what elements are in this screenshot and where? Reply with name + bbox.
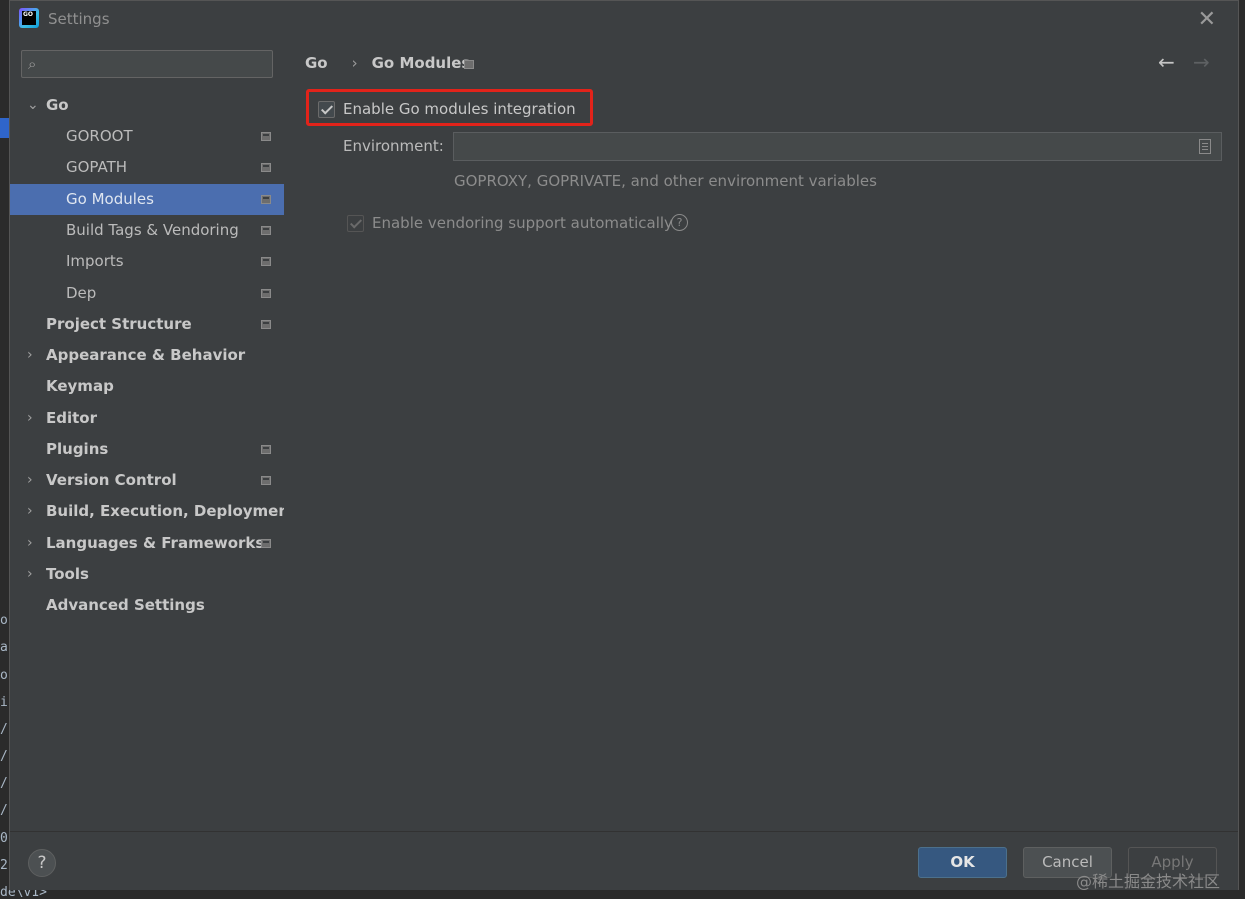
dialog-footer: ? OK Cancel Apply [10, 831, 1238, 890]
forward-arrow-icon[interactable]: → [1193, 50, 1210, 74]
enable-go-modules-checkbox[interactable] [318, 101, 335, 118]
environment-input[interactable] [460, 137, 1184, 158]
sidebar-item-tools[interactable]: › Tools [10, 559, 284, 590]
sidebar-item-label: GOROOT [66, 127, 133, 145]
sidebar-item-label: Go Modules [66, 190, 154, 208]
help-button[interactable]: ? [28, 849, 56, 877]
window-title: Settings [48, 10, 110, 28]
project-settings-icon [261, 226, 271, 235]
enable-vendoring-checkbox[interactable] [347, 215, 364, 232]
sidebar-item-plugins[interactable]: Plugins [10, 434, 284, 465]
watermark: @稀土掘金技术社区 [1076, 872, 1221, 891]
sidebar-item-label: Editor [46, 409, 97, 427]
back-arrow-icon[interactable]: ← [1158, 50, 1175, 74]
project-settings-icon [261, 257, 271, 266]
sidebar-item-keymap[interactable]: Keymap [10, 371, 284, 402]
sidebar-item-label: Appearance & Behavior [46, 346, 246, 364]
settings-sidebar: ⌕ ⌄ Go GOROOT GOPATH Go Modules Build Ta… [10, 37, 296, 831]
sidebar-item-label: Build Tags & Vendoring [66, 221, 239, 239]
sidebar-item-label: Version Control [46, 471, 177, 489]
project-settings-icon [261, 476, 271, 485]
chevron-right-icon[interactable]: › [27, 340, 33, 371]
chevron-right-icon[interactable]: › [27, 559, 33, 590]
search-icon: ⌕ [28, 55, 37, 73]
expand-editor-icon[interactable] [1199, 139, 1211, 154]
sidebar-item-imports[interactable]: Imports [10, 246, 284, 277]
search-input[interactable] [50, 54, 268, 76]
search-field[interactable]: ⌕ [21, 50, 273, 78]
breadcrumb-current: Go Modules [371, 54, 471, 72]
sidebar-item-label: Go [46, 96, 69, 114]
sidebar-item-label: Keymap [46, 377, 114, 395]
enable-vendoring-label: Enable vendoring support automatically [372, 214, 673, 232]
chevron-right-icon[interactable]: › [27, 465, 33, 496]
chevron-right-icon[interactable]: › [27, 403, 33, 434]
project-settings-icon [261, 163, 271, 172]
close-icon[interactable]: ✕ [1198, 7, 1216, 32]
sidebar-item-appearance-behavior[interactable]: › Appearance & Behavior [10, 340, 284, 371]
project-settings-icon [261, 132, 271, 141]
chevron-right-icon[interactable]: › [27, 528, 33, 559]
environment-label: Environment: [343, 137, 444, 155]
sidebar-item-label: Languages & Frameworks [46, 534, 265, 552]
sidebar-item-go[interactable]: ⌄ Go [10, 90, 284, 121]
sidebar-item-dep[interactable]: Dep [10, 278, 284, 309]
project-settings-icon [261, 539, 271, 548]
title-bar: GO Settings ✕ [10, 1, 1238, 37]
sidebar-item-label: Project Structure [46, 315, 192, 333]
sidebar-item-label: GOPATH [66, 158, 128, 176]
sidebar-item-editor[interactable]: › Editor [10, 403, 284, 434]
sidebar-item-languages-frameworks[interactable]: › Languages & Frameworks [10, 528, 284, 559]
environment-field[interactable] [453, 132, 1222, 161]
breadcrumb: Go › Go Modules [305, 54, 480, 72]
settings-dialog: GO Settings ✕ ⌕ ⌄ Go GOROOT GOPATH Go Mo… [9, 0, 1239, 890]
help-icon[interactable]: ? [671, 214, 688, 231]
sidebar-item-label: Plugins [46, 440, 109, 458]
sidebar-item-gopath[interactable]: GOPATH [10, 152, 284, 183]
enable-go-modules-label: Enable Go modules integration [343, 100, 576, 118]
project-settings-icon [261, 320, 271, 329]
sidebar-item-label: Advanced Settings [46, 596, 205, 614]
breadcrumb-parent[interactable]: Go [305, 54, 328, 72]
sidebar-item-project-structure[interactable]: Project Structure [10, 309, 284, 340]
sidebar-item-label: Imports [66, 252, 124, 270]
breadcrumb-separator-icon: › [351, 54, 358, 72]
environment-hint: GOPROXY, GOPRIVATE, and other environmen… [454, 172, 877, 190]
sidebar-item-build-tags[interactable]: Build Tags & Vendoring [10, 215, 284, 246]
sidebar-item-label: Tools [46, 565, 89, 583]
project-settings-icon [464, 60, 474, 69]
project-settings-icon [261, 289, 271, 298]
settings-content: Go › Go Modules ← → Enable Go modules inte… [284, 37, 1238, 831]
goland-app-icon: GO [19, 8, 39, 28]
sidebar-item-version-control[interactable]: › Version Control [10, 465, 284, 496]
ok-button[interactable]: OK [918, 847, 1007, 878]
chevron-down-icon[interactable]: ⌄ [27, 90, 39, 121]
sidebar-item-goroot[interactable]: GOROOT [10, 121, 284, 152]
sidebar-item-build-execution-deployment[interactable]: › Build, Execution, Deployment [10, 496, 296, 527]
sidebar-item-go-modules[interactable]: Go Modules [10, 184, 284, 215]
project-settings-icon [261, 445, 271, 454]
sidebar-item-label: Build, Execution, Deployment [46, 502, 297, 520]
sidebar-item-label: Dep [66, 284, 97, 302]
sidebar-item-advanced-settings[interactable]: Advanced Settings [10, 590, 284, 621]
chevron-right-icon[interactable]: › [27, 496, 33, 527]
project-settings-icon [261, 195, 271, 204]
